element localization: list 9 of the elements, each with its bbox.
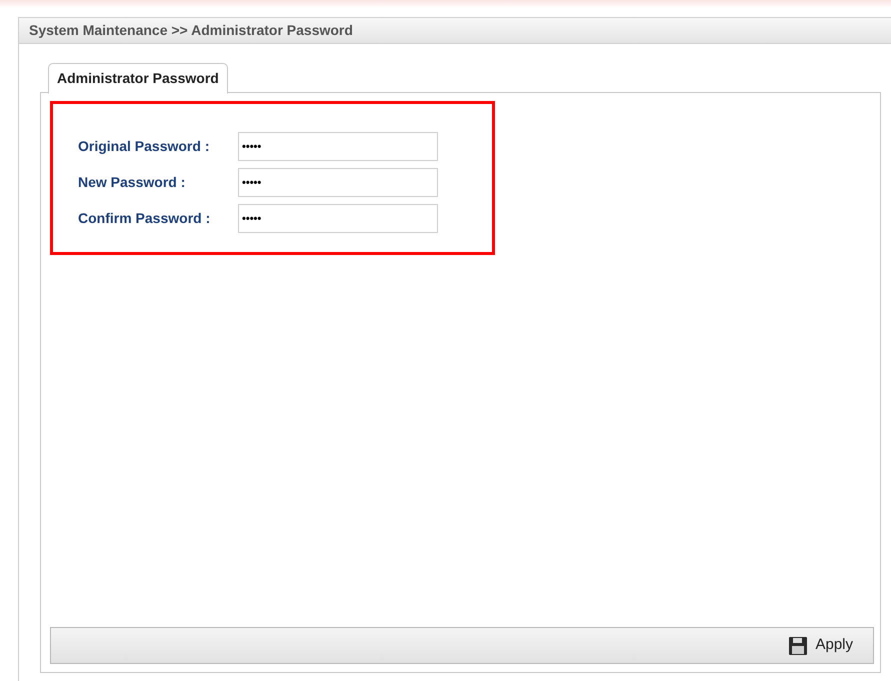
password-field[interactable]: •••••	[238, 168, 438, 197]
field-label: Original Password :	[78, 137, 210, 156]
field-label: Confirm Password :	[78, 209, 212, 228]
tab[interactable]: Administrator Password	[48, 63, 228, 94]
field-label: New Password :	[78, 173, 186, 192]
page-title: System Maintenance >> Administrator Password	[29, 21, 353, 40]
password-field[interactable]: •••••	[238, 132, 438, 161]
apply-button[interactable]: Apply	[788, 634, 853, 657]
password-field[interactable]: •••••	[238, 204, 438, 233]
